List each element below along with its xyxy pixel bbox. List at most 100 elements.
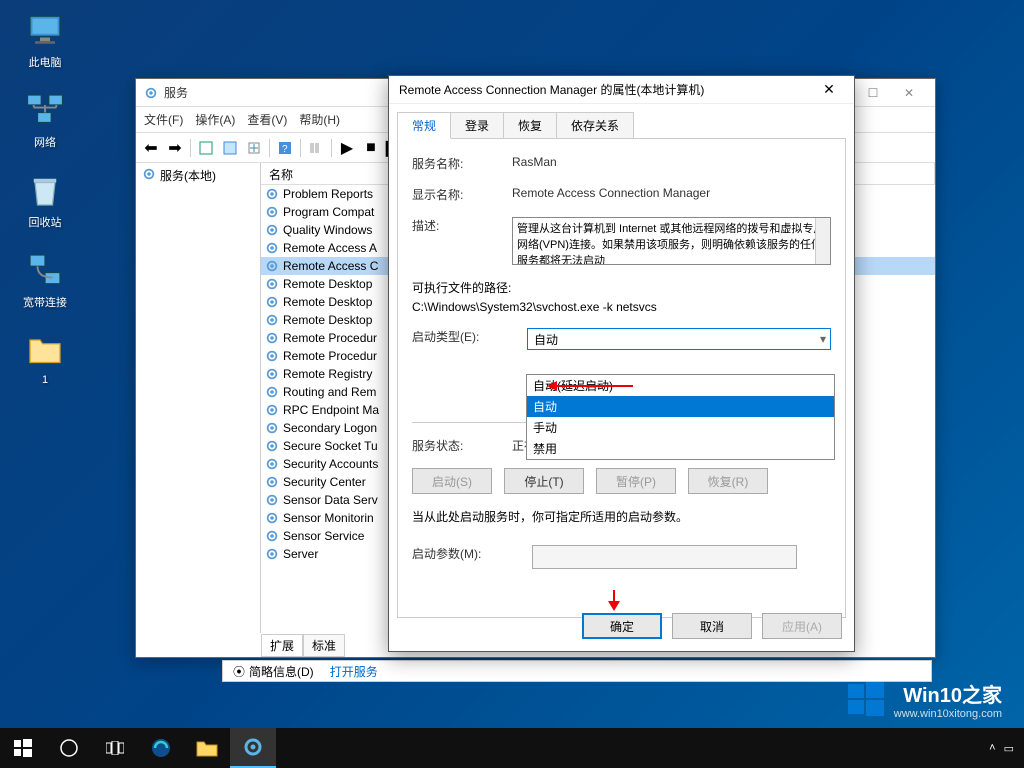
value-display-name: Remote Access Connection Manager	[512, 186, 831, 200]
label-display-name: 显示名称:	[412, 186, 512, 203]
tree-item-label: 服务(本地)	[160, 167, 216, 184]
folder-icon	[25, 330, 65, 370]
label-startup-params: 启动参数(M):	[412, 545, 532, 562]
chevron-up-icon[interactable]: ⦿	[233, 663, 245, 680]
gear-icon	[265, 205, 279, 219]
service-name: Remote Procedur	[283, 331, 377, 345]
close-icon[interactable]: ✕	[814, 81, 844, 98]
tab-dependencies[interactable]: 依存关系	[556, 112, 634, 139]
value-exe-path: C:\Windows\System32\svchost.exe -k netsv…	[412, 300, 831, 314]
toolbar-export-icon[interactable]	[243, 137, 265, 159]
service-name: RPC Endpoint Ma	[283, 403, 379, 417]
tray-up-icon[interactable]: ˄	[989, 742, 995, 754]
service-name: Sensor Monitorin	[283, 511, 374, 525]
toolbar-help-icon[interactable]: ?	[274, 137, 296, 159]
misc-link[interactable]: 打开服务	[330, 663, 378, 680]
desktop-icon-network[interactable]: 网络	[10, 90, 80, 150]
gear-icon	[265, 457, 279, 471]
gear-icon	[265, 241, 279, 255]
desktop-icon-computer[interactable]: 此电脑	[10, 10, 80, 70]
monitor-icon	[25, 10, 65, 50]
service-name: Server	[283, 547, 318, 561]
connection-icon	[25, 250, 65, 290]
gear-icon	[265, 385, 279, 399]
ok-button[interactable]: 确定	[582, 613, 662, 639]
close-button[interactable]: ✕	[891, 81, 927, 105]
service-name: Problem Reports	[283, 187, 373, 201]
gear-icon	[265, 529, 279, 543]
service-name: Secure Socket Tu	[283, 439, 378, 453]
dropdown-option-disabled[interactable]: 禁用	[527, 438, 834, 459]
watermark-url: www.win10xitong.com	[894, 708, 1002, 720]
tab-logon[interactable]: 登录	[450, 112, 504, 139]
desktop-icon-folder[interactable]: 1	[10, 330, 80, 386]
gear-icon	[265, 313, 279, 327]
watermark-brand: Win10之家	[894, 679, 1002, 708]
service-name: Sensor Data Serv	[283, 493, 378, 507]
service-name: Remote Desktop	[283, 313, 372, 327]
explorer-icon[interactable]	[184, 728, 230, 768]
service-name: Secondary Logon	[283, 421, 377, 435]
gear-icon	[265, 223, 279, 237]
taskbar: ˄ ▭	[0, 728, 1024, 768]
gear-icon	[265, 259, 279, 273]
misc-strip: ⦿简略信息(D) 打开服务	[222, 660, 932, 682]
toolbar-stop-icon[interactable]: ■	[360, 137, 382, 159]
service-name: Program Compat	[283, 205, 374, 219]
menu-view[interactable]: 查看(V)	[247, 111, 287, 128]
gear-icon	[265, 367, 279, 381]
cortana-icon[interactable]	[46, 728, 92, 768]
maximize-button[interactable]: ☐	[855, 81, 891, 105]
cancel-button[interactable]: 取消	[672, 613, 752, 639]
desktop-label: 宽带连接	[23, 294, 67, 310]
label-service-status: 服务状态:	[412, 437, 512, 454]
service-name: Security Center	[283, 475, 366, 489]
toolbar-props-icon[interactable]	[195, 137, 217, 159]
tab-extended[interactable]: 扩展	[261, 634, 303, 657]
dropdown-option-auto[interactable]: 自动	[527, 396, 834, 417]
taskbar-services-icon[interactable]	[230, 728, 276, 768]
gear-icon	[265, 331, 279, 345]
menu-file[interactable]: 文件(F)	[144, 111, 183, 128]
gear-icon	[265, 295, 279, 309]
description-textarea[interactable]: 管理从这台计算机到 Internet 或其他远程网络的拨号和虚拟专用网络(VPN…	[512, 217, 831, 265]
toolbar-columns-icon[interactable]	[305, 137, 327, 159]
toolbar-back-icon[interactable]: ⬅	[140, 137, 162, 159]
startup-type-select[interactable]: 自动	[527, 328, 831, 350]
start-button: 启动(S)	[412, 468, 492, 494]
edge-icon[interactable]	[138, 728, 184, 768]
desktop-icon-dial[interactable]: 宽带连接	[10, 250, 80, 310]
tab-recovery[interactable]: 恢复	[503, 112, 557, 139]
misc-item[interactable]: 简略信息(D)	[249, 663, 314, 680]
gear-icon	[265, 187, 279, 201]
tree-item-services-local[interactable]: 服务(本地)	[136, 163, 260, 188]
hint-text: 当从此处启动服务时，你可指定所适用的启动参数。	[412, 508, 831, 525]
menu-action[interactable]: 操作(A)	[195, 111, 235, 128]
tab-standard[interactable]: 标准	[303, 634, 345, 657]
gear-icon	[144, 86, 158, 100]
label-startup-type: 启动类型(E):	[412, 328, 527, 345]
toolbar-refresh-icon[interactable]	[219, 137, 241, 159]
gear-icon	[265, 403, 279, 417]
stop-button[interactable]: 停止(T)	[504, 468, 584, 494]
toolbar-forward-icon[interactable]: ➡	[164, 137, 186, 159]
gear-icon	[265, 439, 279, 453]
start-button[interactable]	[0, 728, 46, 768]
desktop-label: 回收站	[29, 214, 62, 230]
taskview-icon[interactable]	[92, 728, 138, 768]
dialog-titlebar[interactable]: Remote Access Connection Manager 的属性(本地计…	[389, 76, 854, 104]
windows-logo-icon	[846, 680, 886, 720]
dropdown-option-manual[interactable]: 手动	[527, 417, 834, 438]
tray-ime-icon[interactable]: ▭	[1004, 742, 1014, 755]
desktop-label: 网络	[34, 134, 56, 150]
desktop-icon-recycle[interactable]: 回收站	[10, 170, 80, 230]
service-name: Sensor Service	[283, 529, 364, 543]
startup-params-input	[532, 545, 797, 569]
menu-help[interactable]: 帮助(H)	[299, 111, 340, 128]
gear-icon	[265, 493, 279, 507]
tab-general[interactable]: 常规	[397, 112, 451, 139]
gear-icon	[265, 349, 279, 363]
toolbar-play-icon[interactable]: ▶	[336, 137, 358, 159]
service-name: Routing and Rem	[283, 385, 376, 399]
gear-icon	[142, 167, 156, 184]
